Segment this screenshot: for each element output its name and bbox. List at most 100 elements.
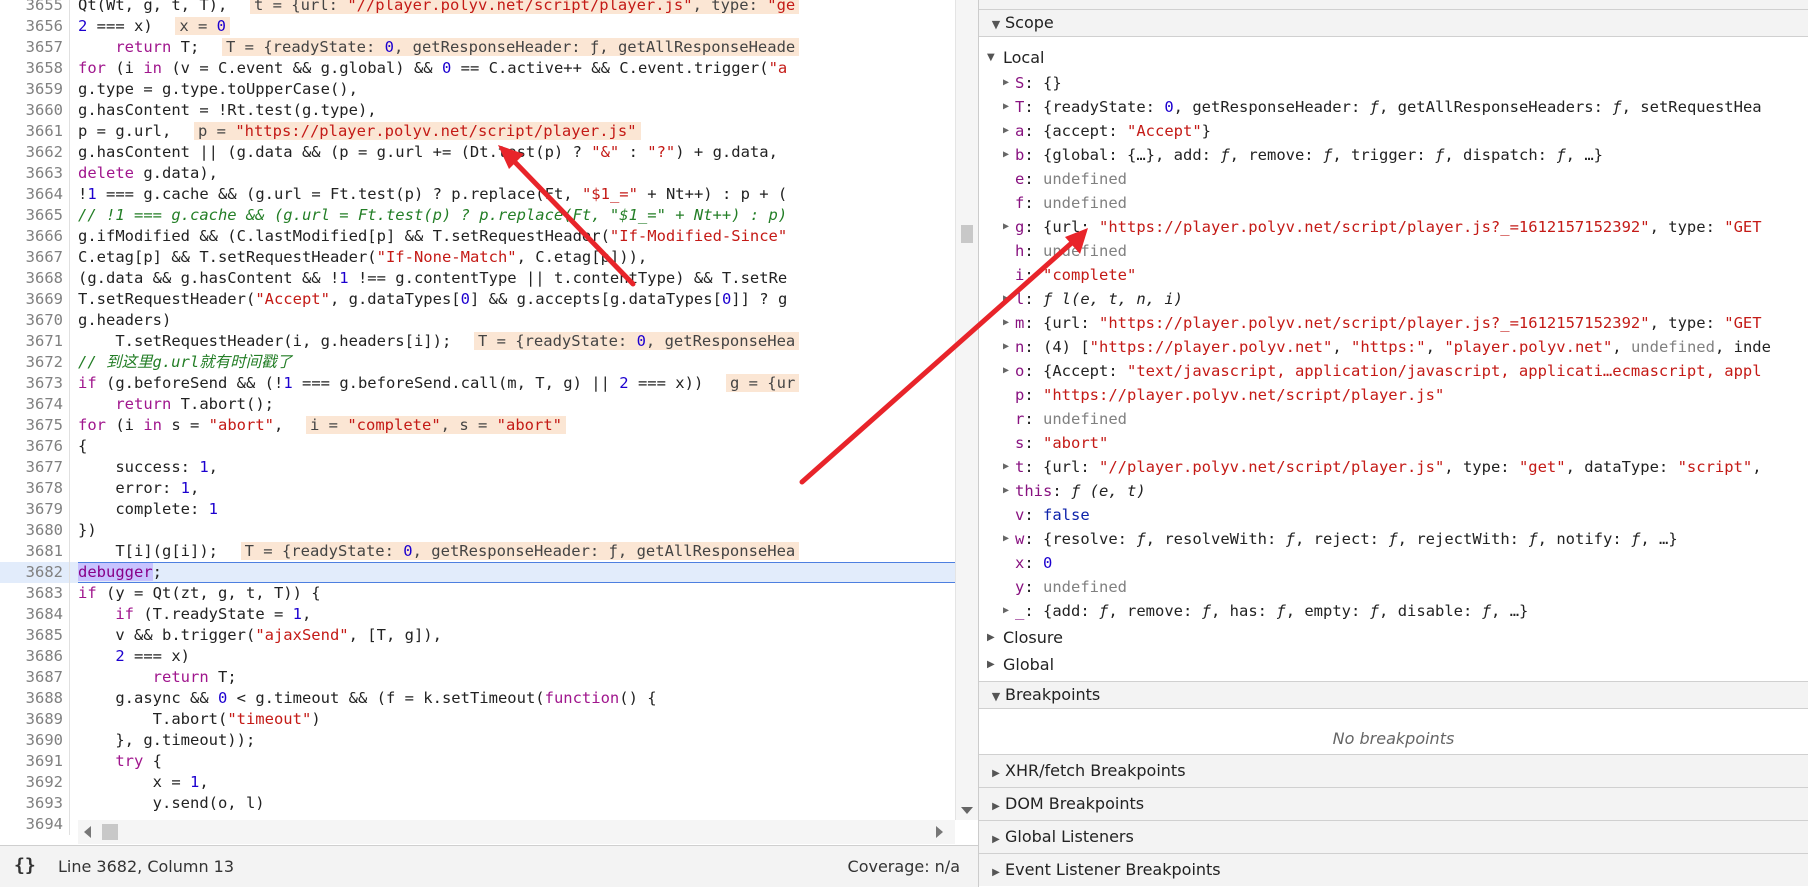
code-line[interactable]: 3690 }, g.timeout)); — [0, 730, 955, 751]
scope-variable[interactable]: ▶ _: {add: ƒ, remove: ƒ, has: ƒ, empty: ƒ… — [979, 599, 1808, 623]
line-number[interactable]: 3668 — [0, 268, 70, 289]
coverage-status[interactable]: Coverage: n/a — [848, 857, 960, 876]
code-line[interactable]: 3660 g.hasContent = !Rt.test(g.type), — [0, 100, 955, 121]
line-number[interactable]: 3674 — [0, 394, 70, 415]
scope-variable[interactable]: h: undefined — [979, 239, 1808, 263]
code-line[interactable]: 3655 Qt(Wt, g, t, T), t = {url: "//player… — [0, 0, 955, 16]
code-line[interactable]: 3666 g.ifModified && (C.lastModified[p] &… — [0, 226, 955, 247]
scope-variable[interactable]: ▶ g: {url: "https://player.polyv.net/scri… — [979, 215, 1808, 239]
line-number[interactable]: 3669 — [0, 289, 70, 310]
line-number[interactable]: 3660 — [0, 100, 70, 121]
line-number[interactable]: 3679 — [0, 499, 70, 520]
line-number[interactable]: 3680 — [0, 520, 70, 541]
line-number[interactable]: 3662 — [0, 142, 70, 163]
code-line[interactable]: 3677 success: 1, — [0, 457, 955, 478]
line-number[interactable]: 3657 — [0, 37, 70, 58]
scope-variable[interactable]: p: "https://player.polyv.net/script/play… — [979, 383, 1808, 407]
line-number[interactable]: 3672 — [0, 352, 70, 373]
scope-variable[interactable]: ▶ a: {accept: "Accept"} — [979, 119, 1808, 143]
line-number[interactable]: 3681 — [0, 541, 70, 562]
line-number[interactable]: 3687 — [0, 667, 70, 688]
scope-variable[interactable]: v: false — [979, 503, 1808, 527]
code-line[interactable]: 3687 return T; — [0, 667, 955, 688]
code-line[interactable]: 3675 for (i in s = "abort", i = "complete… — [0, 415, 955, 436]
code-line[interactable]: 3669 T.setRequestHeader("Accept", g.dataT… — [0, 289, 955, 310]
code-line[interactable]: 3661 p = g.url, p = "https://player.polyv… — [0, 121, 955, 142]
code-line[interactable]: 3671 T.setRequestHeader(i, g.headers[i])… — [0, 331, 955, 352]
scope-group-closure[interactable]: ▶ Closure — [979, 624, 1808, 651]
scope-group-local[interactable]: ▼ Local — [979, 44, 1808, 71]
scrollbar-thumb[interactable] — [102, 824, 118, 840]
line-number[interactable]: 3671 — [0, 331, 70, 352]
scope-variable[interactable]: f: undefined — [979, 191, 1808, 215]
code-line[interactable]: 3678 error: 1, — [0, 478, 955, 499]
line-number[interactable]: 3682 — [0, 562, 70, 583]
scope-variable[interactable]: i: "complete" — [979, 263, 1808, 287]
scope-section-header[interactable]: ▼ Scope — [979, 9, 1808, 37]
line-number[interactable]: 3686 — [0, 646, 70, 667]
scope-variable[interactable]: s: "abort" — [979, 431, 1808, 455]
line-number[interactable]: 3658 — [0, 58, 70, 79]
code-editor[interactable]: 3655 Qt(Wt, g, t, T), t = {url: "//player… — [0, 0, 955, 887]
editor-vertical-scrollbar[interactable] — [955, 0, 978, 820]
code-line[interactable]: 3667 C.etag[p] && T.setRequestHeader("If-… — [0, 247, 955, 268]
scrollbar-thumb[interactable] — [961, 225, 973, 243]
scope-variable[interactable]: y: undefined — [979, 575, 1808, 599]
code-line[interactable]: 3673 if (g.beforeSend && (!1 === g.before… — [0, 373, 955, 394]
line-number[interactable]: 3688 — [0, 688, 70, 709]
code-line[interactable]: 3684 if (T.readyState = 1, — [0, 604, 955, 625]
code-line[interactable]: 3670 g.headers) — [0, 310, 955, 331]
line-number[interactable]: 3683 — [0, 583, 70, 604]
scope-group-global[interactable]: ▶ Global — [979, 651, 1808, 678]
pretty-print-button[interactable]: {} — [14, 855, 36, 876]
code-line[interactable]: 3676{ — [0, 436, 955, 457]
event-listener-breakpoints-header[interactable]: ▶ Event Listener Breakpoints — [979, 853, 1808, 886]
scope-variable[interactable]: ▶ o: {Accept: "text/javascript, applicati… — [979, 359, 1808, 383]
line-number[interactable]: 3690 — [0, 730, 70, 751]
dom-breakpoints-header[interactable]: ▶ DOM Breakpoints — [979, 787, 1808, 820]
code-line[interactable]: 3662 g.hasContent || (g.data && (p = g.ur… — [0, 142, 955, 163]
global-listeners-header[interactable]: ▶ Global Listeners — [979, 820, 1808, 853]
code-line[interactable]: 3692 x = 1, — [0, 772, 955, 793]
line-number[interactable]: 3656 — [0, 16, 70, 37]
line-number[interactable]: 3666 — [0, 226, 70, 247]
code-line[interactable]: 3658 for (i in (v = C.event && g.global) … — [0, 58, 955, 79]
line-number[interactable]: 3677 — [0, 457, 70, 478]
scope-variable[interactable]: ▶ this: ƒ (e, t) — [979, 479, 1808, 503]
scope-variable[interactable]: r: undefined — [979, 407, 1808, 431]
code-line[interactable]: 3665// !1 === g.cache && (g.url = Ft.tes… — [0, 205, 955, 226]
editor-horizontal-scrollbar[interactable] — [78, 820, 955, 844]
line-number[interactable]: 3685 — [0, 625, 70, 646]
xhr-breakpoints-header[interactable]: ▶ XHR/fetch Breakpoints — [979, 754, 1808, 787]
line-number[interactable]: 3692 — [0, 772, 70, 793]
code-line[interactable]: 3683 if (y = Qt(zt, g, t, T)) { — [0, 583, 955, 604]
breakpoints-section-header[interactable]: ▼ Breakpoints — [979, 681, 1808, 709]
line-number[interactable]: 3684 — [0, 604, 70, 625]
scope-variable[interactable]: ▶ T: {readyState: 0, getResponseHeader: ƒ… — [979, 95, 1808, 119]
scope-variable[interactable]: ▶ l: ƒ l(e, t, n, i) — [979, 287, 1808, 311]
code-line[interactable]: 3656 2 === x) x = 0 — [0, 16, 955, 37]
code-line[interactable]: 3674 return T.abort(); — [0, 394, 955, 415]
code-line[interactable]: 3679 complete: 1 — [0, 499, 955, 520]
code-line[interactable]: 3693 y.send(o, l) — [0, 793, 955, 814]
line-number[interactable]: 3665 — [0, 205, 70, 226]
scope-variable[interactable]: e: undefined — [979, 167, 1808, 191]
scope-variable[interactable]: ▶ w: {resolve: ƒ, resolveWith: ƒ, reject:… — [979, 527, 1808, 551]
line-number[interactable]: 3667 — [0, 247, 70, 268]
line-number[interactable]: 3691 — [0, 751, 70, 772]
line-number[interactable]: 3678 — [0, 478, 70, 499]
scope-variable[interactable]: x: 0 — [979, 551, 1808, 575]
line-number[interactable]: 3676 — [0, 436, 70, 457]
line-number[interactable]: 3659 — [0, 79, 70, 100]
line-number[interactable]: 3673 — [0, 373, 70, 394]
line-number[interactable]: 3675 — [0, 415, 70, 436]
line-number[interactable]: 3670 — [0, 310, 70, 331]
line-number[interactable]: 3689 — [0, 709, 70, 730]
scroll-down-arrow-icon[interactable] — [961, 807, 973, 814]
code-line[interactable]: 3691 try { — [0, 751, 955, 772]
scope-variable[interactable]: ▶ b: {global: {…}, add: ƒ, remove: ƒ, tri… — [979, 143, 1808, 167]
line-number[interactable]: 3693 — [0, 793, 70, 814]
code-line[interactable]: 3685 v && b.trigger("ajaxSend", [T, g]), — [0, 625, 955, 646]
scope-variable[interactable]: ▶ S: {} — [979, 71, 1808, 95]
scroll-left-arrow-icon[interactable] — [84, 826, 91, 838]
